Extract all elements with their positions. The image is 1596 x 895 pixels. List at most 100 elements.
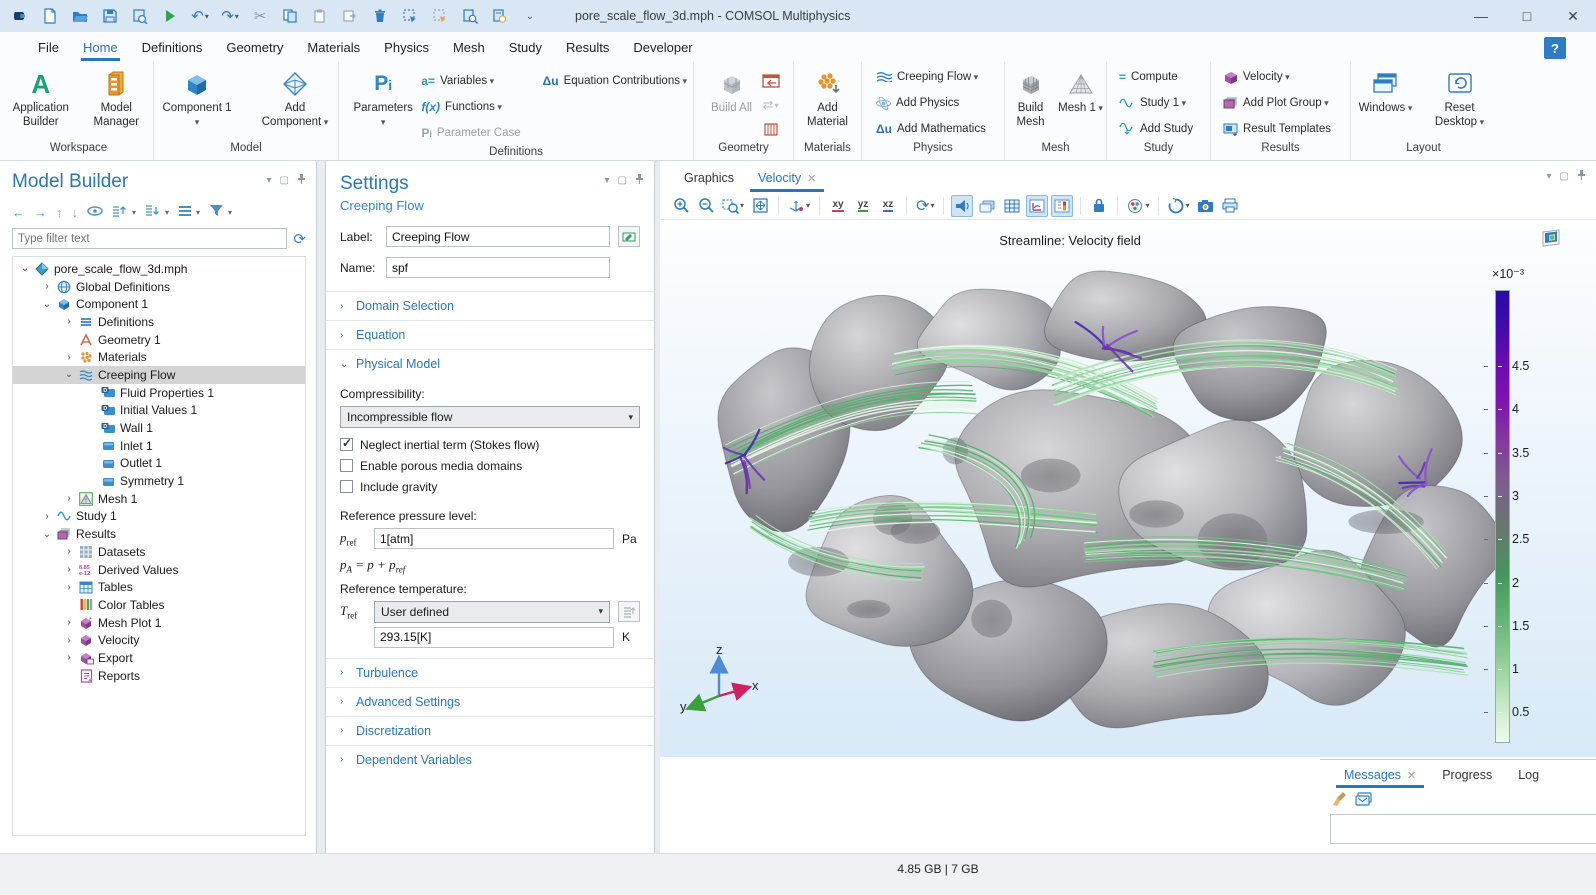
- close-tab-icon[interactable]: ✕: [807, 173, 816, 185]
- snapshot-icon[interactable]: [1194, 195, 1216, 217]
- equation-contributions-button[interactable]: ΔuEquation Contributions: [537, 68, 693, 94]
- tree-item-color-tables[interactable]: Color Tables: [13, 596, 305, 614]
- tab-results[interactable]: Results: [554, 32, 621, 62]
- save-button[interactable]: [98, 4, 122, 28]
- result-templates-button[interactable]: Result Templates: [1217, 116, 1337, 142]
- update-plot-icon[interactable]: ▾: [1166, 195, 1191, 217]
- grid-icon[interactable]: [1001, 195, 1023, 217]
- tab-messages[interactable]: Messages✕: [1334, 764, 1426, 788]
- collapse-icon[interactable]: ⌄: [39, 529, 55, 540]
- redo-button[interactable]: ↷▾: [218, 4, 242, 28]
- tree-filter-input[interactable]: [12, 228, 287, 249]
- qat-customize-button[interactable]: ⌄: [518, 4, 542, 28]
- float-panel-icon[interactable]: ▢: [1560, 171, 1569, 182]
- checkbox-icon[interactable]: [340, 459, 353, 472]
- variables-button[interactable]: a=Variables: [415, 68, 526, 94]
- environment-icon[interactable]: [976, 195, 998, 217]
- section-physical-model[interactable]: ⌄Physical Model: [326, 349, 654, 378]
- section-dependent-variables[interactable]: ›Dependent Variables: [326, 745, 654, 774]
- pin-panel-icon[interactable]: [297, 173, 306, 187]
- refresh-icon[interactable]: ⟳: [293, 230, 306, 248]
- pref-input[interactable]: [374, 528, 614, 549]
- tree-item-export[interactable]: ›Export: [13, 649, 305, 667]
- tree-item-symmetry-1[interactable]: Symmetry 1: [13, 472, 305, 490]
- collapse-icon[interactable]: ⌄: [61, 369, 77, 380]
- rename-button[interactable]: [618, 226, 640, 247]
- tree-item-results[interactable]: ⌄Results: [13, 525, 305, 543]
- tref-input[interactable]: [374, 627, 614, 648]
- tree-item-materials[interactable]: ›Materials: [13, 348, 305, 366]
- expand-icon[interactable]: ›: [61, 316, 77, 327]
- copy-button[interactable]: [278, 4, 302, 28]
- mesh-1-button[interactable]: Mesh 1: [1058, 68, 1104, 116]
- expand-icon[interactable]: ›: [61, 652, 77, 663]
- remove-details-icon[interactable]: [760, 118, 782, 140]
- add-study-button[interactable]: Add Study: [1113, 116, 1199, 142]
- float-panel-icon[interactable]: ▢: [618, 175, 627, 186]
- section-domain-selection[interactable]: ›Domain Selection: [326, 291, 654, 320]
- graphics-canvas[interactable]: Streamline: Velocity field ×10⁻³ 4.543.5…: [660, 220, 1596, 757]
- expand-icon[interactable]: ›: [61, 635, 77, 646]
- zoom-selected-button[interactable]: [458, 4, 482, 28]
- compact-history-button[interactable]: [128, 4, 152, 28]
- tab-progress[interactable]: Progress: [1432, 764, 1502, 788]
- tab-mesh[interactable]: Mesh: [441, 32, 497, 62]
- section-equation[interactable]: ›Equation: [326, 320, 654, 349]
- tab-velocity[interactable]: Velocity✕: [748, 166, 826, 192]
- tab-home[interactable]: Home: [71, 32, 130, 62]
- move-up-icon[interactable]: ↑: [56, 205, 63, 220]
- zoom-box-icon[interactable]: ▾: [720, 195, 746, 217]
- color-legend-icon[interactable]: [1051, 195, 1073, 217]
- section-discretization[interactable]: ›Discretization: [326, 716, 654, 745]
- checkbox-icon[interactable]: [340, 480, 353, 493]
- windows-button[interactable]: Windows: [1357, 68, 1415, 116]
- pin-panel-icon[interactable]: [635, 173, 644, 187]
- zoom-out-icon[interactable]: [695, 195, 717, 217]
- name-input[interactable]: [386, 257, 610, 278]
- checkbox-enable-porous-media-domains[interactable]: Enable porous media domains: [340, 455, 640, 476]
- close-tab-icon[interactable]: ✕: [1407, 770, 1416, 782]
- expand-icon[interactable]: ›: [61, 582, 77, 593]
- close-button[interactable]: ✕: [1550, 0, 1596, 32]
- paste-button[interactable]: [308, 4, 332, 28]
- rebuild-icon[interactable]: ⇄▾: [760, 94, 782, 116]
- compressibility-select[interactable]: Incompressible flow: [340, 406, 640, 428]
- tree-item-study-1[interactable]: ›Study 1: [13, 508, 305, 526]
- tree-item-derived-values[interactable]: ›8.85e-12Derived Values: [13, 561, 305, 579]
- tree-item-definitions[interactable]: ›Definitions: [13, 313, 305, 331]
- rotate-view-icon[interactable]: ⟳▾: [914, 195, 936, 217]
- tab-definitions[interactable]: Definitions: [130, 32, 215, 62]
- add-component-button[interactable]: Add Component: [258, 68, 332, 129]
- parameters-button[interactable]: Pi Parameters: [353, 68, 413, 129]
- checkbox-include-gravity[interactable]: Include gravity: [340, 476, 640, 497]
- tree-item-outlet-1[interactable]: Outlet 1: [13, 455, 305, 473]
- float-panel-icon[interactable]: ▢: [280, 175, 289, 186]
- panel-menu-icon[interactable]: ▾: [605, 175, 610, 186]
- tree-item-fluid-properties-1[interactable]: DFluid Properties 1: [13, 384, 305, 402]
- default-view-button[interactable]: [1540, 228, 1564, 248]
- tree-item-mesh-plot-1[interactable]: ›*Mesh Plot 1: [13, 614, 305, 632]
- go-to-view-icon[interactable]: ▾: [786, 195, 812, 217]
- parameter-case-button[interactable]: PiParameter Case: [415, 120, 526, 146]
- tree-item-datasets[interactable]: ›Datasets: [13, 543, 305, 561]
- study-1-dropdown[interactable]: Study 1: [1113, 90, 1192, 116]
- tree-item-component-1[interactable]: ⌄Component 1: [13, 295, 305, 313]
- view-xz-icon[interactable]: xz: [877, 195, 899, 217]
- expand-icon[interactable]: ›: [61, 352, 77, 363]
- expand-icon[interactable]: ›: [61, 493, 77, 504]
- tree-item-tables[interactable]: ›Tables: [13, 578, 305, 596]
- tree-item-geometry-1[interactable]: Geometry 1: [13, 331, 305, 349]
- minimize-button[interactable]: —: [1458, 0, 1504, 32]
- expand-icon[interactable]: ›: [39, 281, 55, 292]
- tab-graphics[interactable]: Graphics: [674, 166, 744, 192]
- move-down-icon[interactable]: ↓: [72, 205, 79, 220]
- scene-light-icon[interactable]: [951, 195, 973, 217]
- plot-settings-icon[interactable]: [1026, 195, 1048, 217]
- collapse-icon[interactable]: ⌄: [39, 299, 55, 310]
- tab-study[interactable]: Study: [497, 32, 554, 62]
- zoom-in-icon[interactable]: [670, 195, 692, 217]
- model-tree-nodes-icon[interactable]: [178, 205, 192, 220]
- message-settings-icon[interactable]: [1355, 792, 1372, 809]
- collapse-icon[interactable]: ⌄: [17, 263, 33, 274]
- tree-item-reports[interactable]: Reports: [13, 667, 305, 685]
